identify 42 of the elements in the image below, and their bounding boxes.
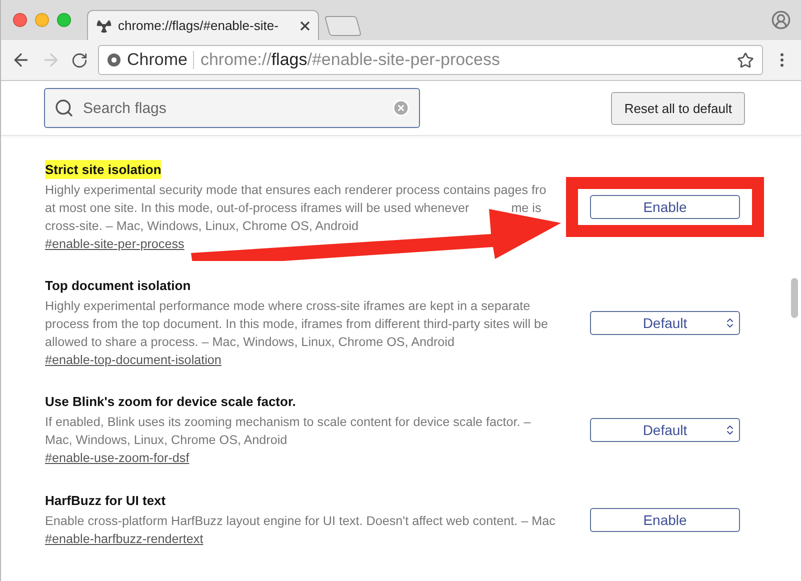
flag-link[interactable]: #enable-top-document-isolation xyxy=(45,351,222,370)
minimize-light[interactable] xyxy=(35,13,49,27)
flag-title: HarfBuzz for UI text xyxy=(45,492,166,510)
new-tab-button[interactable] xyxy=(324,16,362,36)
enable-button[interactable]: Enable xyxy=(590,508,740,532)
tab-title: chrome://flags/#enable-site- xyxy=(118,18,280,33)
browser-tab[interactable]: chrome://flags/#enable-site- xyxy=(87,10,319,40)
option-select[interactable]: Default xyxy=(590,418,740,442)
flag-title: Strict site isolation xyxy=(45,160,162,179)
radiation-icon xyxy=(96,18,112,34)
reload-icon[interactable] xyxy=(71,52,88,68)
flag-description: me is xyxy=(511,200,542,217)
flag-description: allowed to share a process. – Mac, Windows, Linux, Chrome OS, Android xyxy=(45,334,454,351)
search-icon xyxy=(54,98,74,118)
caret-icon xyxy=(724,317,736,329)
option-select[interactable]: Default xyxy=(590,311,740,335)
flag-description: at most one site. In this mode, out-of-process iframes will be used whenever xyxy=(45,200,470,217)
flag-description: process from the top document. In this mode, iframes from different third-party sites will be xyxy=(45,316,548,333)
caret-icon xyxy=(724,424,736,436)
scrollbar-thumb[interactable] xyxy=(791,278,798,318)
flag-link[interactable]: #enable-harfbuzz-rendertext xyxy=(45,530,204,549)
flag-description: Highly experimental performance mode where cross-site iframes are kept in a separate xyxy=(45,298,530,315)
url-text: chrome://flags/#enable-site-per-process xyxy=(200,50,500,70)
site-label: Chrome xyxy=(127,50,188,70)
close-light[interactable] xyxy=(13,13,27,27)
flag-title: Use Blink's zoom for device scale factor. xyxy=(45,393,296,411)
flag-link[interactable]: #enable-use-zoom-for-dsf xyxy=(45,449,190,468)
flag-description: Mac, Windows, Linux, Chrome OS, Android xyxy=(45,432,288,449)
flag-link[interactable]: #enable-site-per-process xyxy=(45,235,184,254)
flag-description: If enabled, Blink uses its zooming mechanism to scale content for device scale factor. – xyxy=(45,414,531,431)
flag-description: Enable cross-platform HarfBuzz layout engine for UI text. Doesn't affect web content. – Mac xyxy=(45,513,556,530)
flag-description: cross-site. – Mac, Windows, Linux, Chrome OS, Android xyxy=(45,218,359,235)
flag-description: Highly experimental security mode that ensures each renderer process contains pages fro xyxy=(45,182,546,199)
flag-title: Top document isolation xyxy=(45,277,191,295)
zoom-light[interactable] xyxy=(57,13,71,27)
search-field[interactable]: Search flags xyxy=(44,88,420,128)
close-icon[interactable] xyxy=(300,20,310,30)
address-bar[interactable]: Chrome chrome://flags/#enable-site-per-process xyxy=(98,45,763,75)
bookmark-star-icon[interactable] xyxy=(737,52,754,68)
enable-button[interactable]: Enable xyxy=(590,195,740,219)
profile-icon[interactable] xyxy=(771,10,791,30)
reset-button[interactable]: Reset all to default xyxy=(611,92,745,124)
